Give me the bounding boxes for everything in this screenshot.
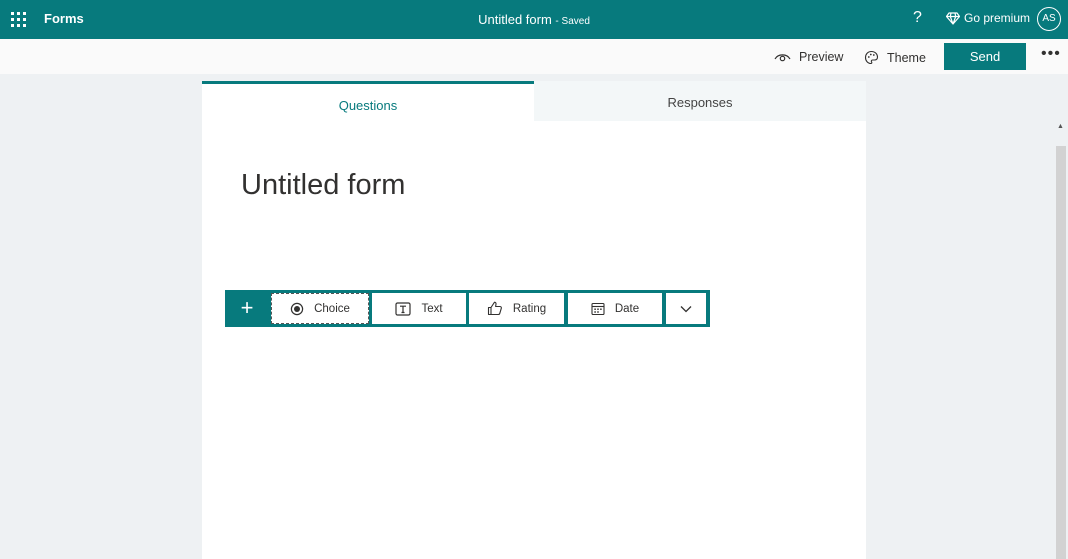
scrollbar-thumb[interactable] [1056, 146, 1066, 559]
save-status: - Saved [555, 16, 590, 27]
date-button[interactable]: Date [568, 293, 662, 324]
rating-label: Rating [512, 302, 547, 315]
avatar[interactable]: AS [1037, 7, 1061, 31]
radio-icon [290, 302, 304, 315]
choice-button[interactable]: Choice [271, 293, 369, 324]
theme-button[interactable]: Theme [864, 50, 926, 65]
go-premium-label: Go premium [964, 11, 1031, 25]
app-header: Forms Untitled form - Saved ? Go premium… [0, 0, 1068, 39]
calendar-icon [591, 302, 605, 315]
tab-questions[interactable]: Questions [202, 81, 534, 121]
chevron-down-icon [680, 305, 692, 312]
scroll-up-arrow[interactable]: ▲ [1057, 123, 1064, 130]
form-title[interactable]: Untitled form [241, 169, 405, 202]
text-label: Text [421, 302, 443, 315]
date-label: Date [614, 302, 640, 315]
command-bar: Preview Theme Send ••• [0, 39, 1068, 74]
text-button[interactable]: Text [372, 293, 466, 324]
add-question-bar: + Choice Text Rating Date [225, 290, 710, 327]
send-button[interactable]: Send [944, 43, 1026, 70]
choice-label: Choice [314, 302, 350, 315]
help-button[interactable]: ? [913, 9, 922, 27]
form-title-header: Untitled form - Saved [0, 12, 1068, 27]
header-form-title: Untitled form [478, 12, 552, 27]
more-options-button[interactable]: ••• [1041, 45, 1061, 63]
text-box-icon [395, 301, 412, 316]
more-question-types-button[interactable] [666, 293, 706, 324]
palette-icon [864, 50, 879, 65]
rating-button[interactable]: Rating [469, 293, 564, 324]
theme-label: Theme [887, 50, 926, 65]
eye-icon [774, 53, 791, 61]
add-question-button[interactable]: + [225, 290, 269, 327]
thumbs-up-icon [487, 301, 502, 316]
go-premium-button[interactable]: Go premium [946, 11, 1030, 25]
preview-button[interactable]: Preview [774, 50, 843, 64]
preview-label: Preview [799, 50, 844, 64]
diamond-icon [946, 11, 960, 25]
tab-responses[interactable]: Responses [534, 81, 866, 121]
